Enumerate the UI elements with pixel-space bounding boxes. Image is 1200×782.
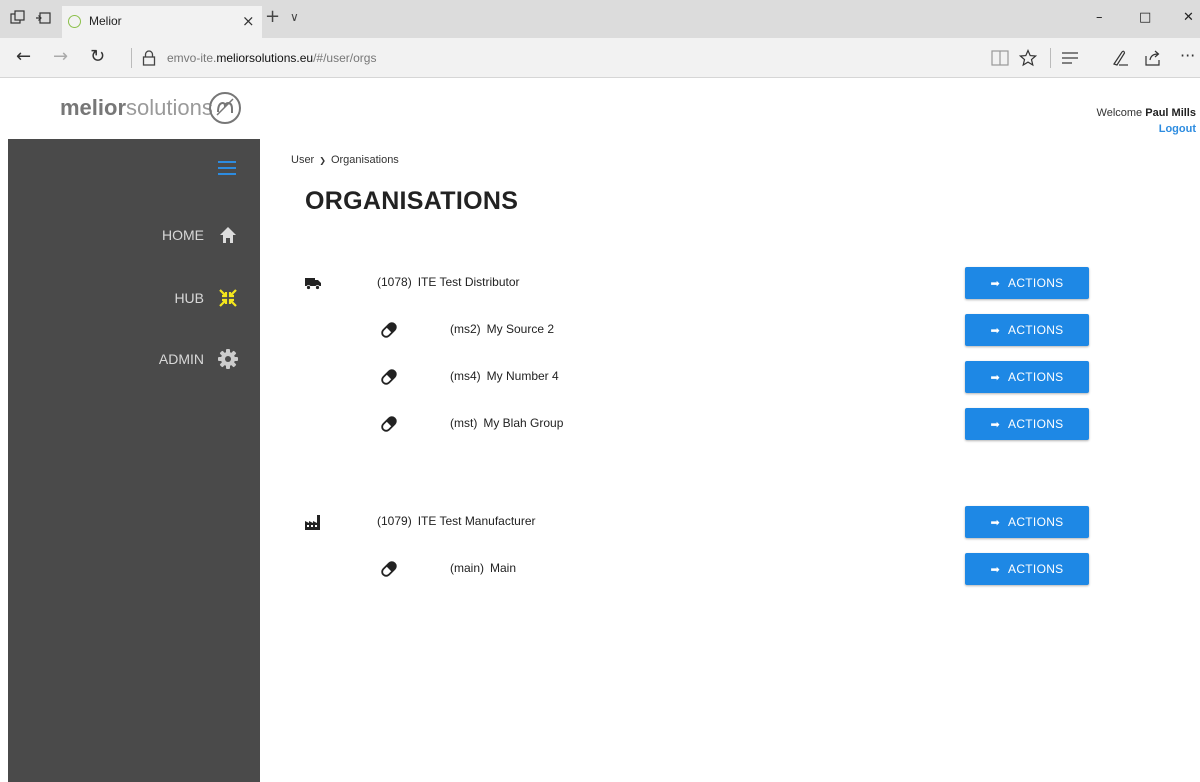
org-label: (1078) ITE Test Distributor [377, 275, 520, 289]
org-label: (1079) ITE Test Manufacturer [377, 514, 536, 528]
org-name: ITE Test Manufacturer [417, 514, 536, 528]
actions-button[interactable]: ➡ ACTIONS [965, 506, 1089, 538]
org-name: ITE Test Distributor [417, 275, 520, 289]
tab-list-chevron-icon[interactable]: ∨ [290, 10, 299, 24]
share-icon[interactable] [1144, 49, 1162, 67]
org-label: (ms2) My Source 2 [450, 322, 554, 336]
tab-title: Melior [89, 14, 122, 28]
org-name: My Blah Group [483, 416, 564, 430]
org-label: (ms4) My Number 4 [450, 369, 559, 383]
actions-button[interactable]: ➡ ACTIONS [965, 361, 1089, 393]
org-code: (main) [450, 561, 485, 575]
org-row: (main) Main ➡ ACTIONS [0, 553, 1200, 585]
arrow-right-icon: ➡ [990, 276, 1001, 290]
lock-icon[interactable] [142, 50, 156, 66]
breadcrumb-user[interactable]: User [291, 154, 314, 166]
factory-icon [305, 515, 320, 530]
favorite-star-icon[interactable] [1019, 49, 1037, 67]
org-row: (ms4) My Number 4 ➡ ACTIONS [0, 361, 1200, 393]
minimize-icon[interactable]: – [1096, 10, 1103, 25]
breadcrumb: User ❯ Organisations [291, 154, 399, 166]
browser-tab-bar: Melior × + ∨ – □ ✕ [0, 0, 1200, 38]
org-code: (1078) [377, 275, 412, 289]
favicon-icon [68, 15, 81, 28]
org-row: (mst) My Blah Group ➡ ACTIONS [0, 408, 1200, 440]
url-field[interactable]: emvo-ite.meliorsolutions.eu/#/user/orgs [167, 51, 376, 65]
pill-icon [381, 561, 397, 577]
org-code: (ms4) [450, 369, 481, 383]
actions-button[interactable]: ➡ ACTIONS [965, 267, 1089, 299]
arrow-right-icon: ➡ [990, 323, 1001, 337]
back-icon[interactable]: ← [16, 47, 31, 67]
welcome-message: Welcome Paul Mills [1096, 107, 1196, 119]
hub-list-icon[interactable] [1061, 51, 1079, 65]
more-menu-icon[interactable]: ··· [1180, 47, 1195, 65]
arrow-right-icon: ➡ [990, 515, 1001, 529]
org-name: Main [490, 561, 517, 575]
arrow-right-icon: ➡ [990, 370, 1001, 384]
truck-icon [305, 278, 321, 290]
forward-icon[interactable]: → [53, 47, 68, 67]
actions-button[interactable]: ➡ ACTIONS [965, 553, 1089, 585]
address-divider [131, 48, 132, 68]
pill-icon [381, 416, 397, 432]
org-name: My Source 2 [486, 322, 555, 336]
browser-tab[interactable]: Melior × [62, 6, 262, 38]
set-aside-tabs-icon[interactable] [35, 10, 51, 26]
url-path: /#/user/orgs [313, 51, 377, 65]
org-code: (ms2) [450, 322, 481, 336]
org-label: (mst) My Blah Group [450, 416, 563, 430]
home-icon [218, 225, 238, 245]
page-title: ORGANISATIONS [305, 187, 519, 215]
org-row: (1078) ITE Test Distributor ➡ ACTIONS [0, 267, 1200, 299]
logo[interactable]: meliorsolutions [8, 79, 260, 139]
tab-manager-icon[interactable] [10, 10, 26, 26]
toolbar-divider [1050, 48, 1051, 68]
page: meliorsolutions HOME HUB ADMIN Welcome P… [0, 79, 1200, 782]
reading-view-icon[interactable] [991, 50, 1009, 66]
close-window-icon[interactable]: ✕ [1183, 10, 1194, 25]
sidebar-item-label: HOME [162, 227, 204, 243]
breadcrumb-current: Organisations [330, 154, 399, 166]
org-row: (ms2) My Source 2 ➡ ACTIONS [0, 314, 1200, 346]
org-row: (1079) ITE Test Manufacturer ➡ ACTIONS [0, 506, 1200, 538]
logo-mark-icon [209, 92, 241, 124]
refresh-icon[interactable]: ↻ [90, 47, 105, 67]
arrow-right-icon: ➡ [990, 562, 1001, 576]
user-name: Paul Mills [1145, 107, 1196, 119]
logout-link[interactable]: Logout [1159, 123, 1196, 135]
arrow-right-icon: ➡ [990, 417, 1001, 431]
org-name: My Number 4 [486, 369, 559, 383]
tab-close-icon[interactable]: × [242, 12, 255, 30]
maximize-icon[interactable]: □ [1139, 10, 1151, 25]
pill-icon [381, 369, 397, 385]
new-tab-icon[interactable]: + [265, 8, 280, 26]
org-label: (main) Main [450, 561, 516, 575]
address-bar: ← → ↻ emvo-ite.meliorsolutions.eu/#/user… [0, 38, 1200, 78]
org-code: (mst) [450, 416, 478, 430]
actions-button[interactable]: ➡ ACTIONS [965, 314, 1089, 346]
chevron-right-icon: ❯ [319, 155, 326, 165]
org-code: (1079) [377, 514, 412, 528]
sidebar-item-home[interactable]: HOME [162, 223, 238, 247]
pill-icon [381, 322, 397, 338]
web-note-pen-icon[interactable] [1111, 49, 1129, 67]
actions-button[interactable]: ➡ ACTIONS [965, 408, 1089, 440]
url-prefix: emvo-ite. [167, 51, 217, 65]
url-domain: meliorsolutions.eu [216, 51, 314, 65]
logo-wordmark: meliorsolutions [60, 95, 213, 120]
menu-toggle-icon[interactable] [218, 161, 236, 175]
